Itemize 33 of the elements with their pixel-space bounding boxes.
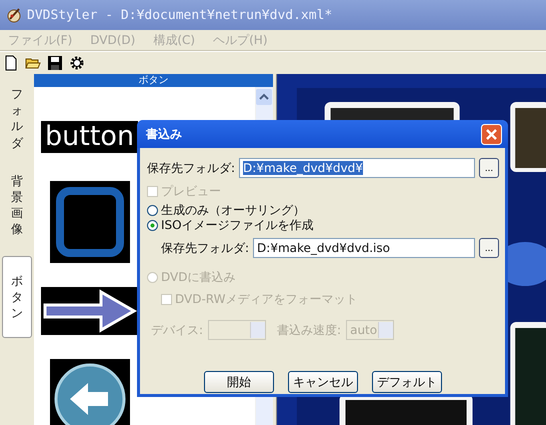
field-label: 保存先フォルダ: — [161, 240, 250, 256]
dialog-title: 書込み — [146, 126, 182, 142]
radio-button[interactable] — [147, 205, 158, 216]
save-icon[interactable] — [47, 55, 63, 71]
settings-icon[interactable] — [69, 55, 85, 71]
dialog-button[interactable]: デフォルト — [372, 371, 442, 393]
rounded-square-icon[interactable] — [50, 181, 130, 263]
scroll-up-icon[interactable] — [256, 89, 272, 105]
right-arrow-icon[interactable] — [41, 287, 138, 335]
dialog-button[interactable]: キャンセル — [288, 371, 358, 393]
dialog-button[interactable]: 開始 — [204, 371, 274, 393]
speed-label: 書込み速度: — [277, 322, 342, 338]
folder-field[interactable]: D:¥make_dvd¥dvd¥ — [239, 158, 475, 178]
browse-button[interactable]: ... — [479, 238, 499, 258]
device-label: デバイス: — [151, 322, 204, 338]
radio-label: ISOイメージファイルを作成 — [161, 217, 314, 234]
radio-button[interactable] — [147, 220, 158, 231]
field-label: 保存先フォルダ: — [147, 160, 236, 176]
side-tab[interactable]: ボタン — [2, 256, 32, 338]
close-icon[interactable] — [481, 124, 502, 144]
button-thumbnail[interactable]: button — [41, 121, 138, 153]
app-icon — [6, 7, 22, 23]
checkbox-label: DVD-RWメディアをフォーマット — [175, 291, 358, 308]
window-title: DVDStyler - D:¥document¥netrun¥dvd.xml* — [27, 8, 332, 22]
side-tab[interactable]: 背景画像 — [3, 164, 31, 246]
new-file-icon[interactable] — [3, 55, 19, 71]
iso-path-field[interactable]: D:¥make_dvd¥dvd.iso — [253, 238, 475, 258]
checkbox-label: プレビュー — [161, 183, 221, 200]
radio-label: 生成のみ（オーサリング） — [161, 202, 305, 219]
panel-header: ボタン — [34, 74, 273, 87]
browse-button[interactable]: ... — [479, 158, 499, 178]
radio-label: DVDに書込み — [161, 269, 236, 286]
side-tab[interactable]: フォルダ — [3, 78, 31, 159]
